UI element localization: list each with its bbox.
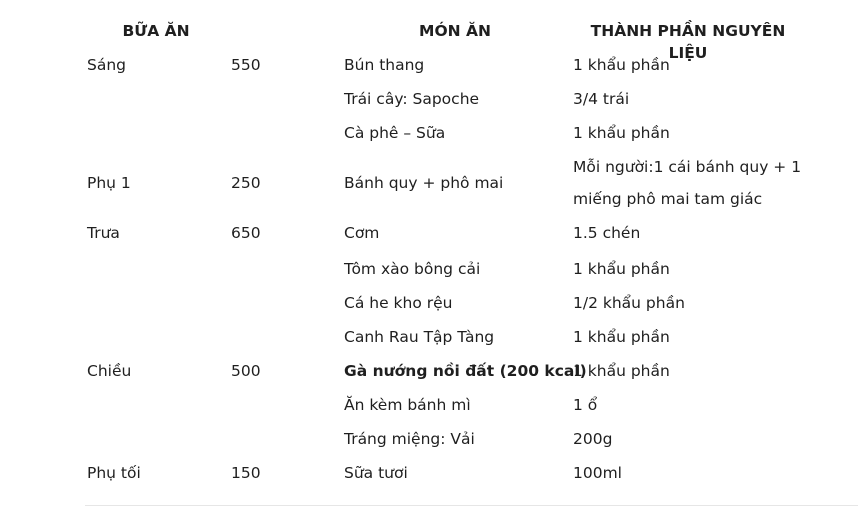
row-ingredients: Mỗi người:1 cái bánh quy + 1 miếng phô m…: [573, 158, 802, 208]
header-dish: MÓN ĂN: [419, 22, 491, 40]
row-dish: Bún thang: [344, 56, 425, 74]
row-dish: Tôm xào bông cải: [344, 260, 481, 278]
row-dish: Cá he kho rệu: [344, 294, 453, 312]
row-meal: Chiều: [87, 362, 132, 380]
row-ingredients: 1 khẩu phần: [573, 362, 670, 380]
row-meal: Phụ 1: [87, 174, 131, 192]
row-meal: Phụ tối: [87, 464, 141, 482]
meal-plan-table: BỮA ĂN MÓN ĂN THÀNH PHẦN NGUYÊN LIỆU Sán…: [0, 0, 858, 513]
row-meal: Sáng: [87, 56, 126, 74]
row-kcal: 650: [231, 224, 261, 242]
row-kcal: 250: [231, 174, 261, 192]
row-dish: Tráng miệng: Vải: [344, 430, 475, 448]
header-ingredients: THÀNH PHẦN NGUYÊN LIỆU: [590, 22, 786, 62]
row-dish: Trái cây: Sapoche: [344, 90, 480, 108]
row-dish: Cơm: [344, 224, 380, 242]
row-ingredients: 3/4 trái: [573, 90, 630, 108]
row-ingredients: 1 khẩu phần: [573, 260, 670, 278]
row-dish: Ăn kèm bánh mì: [344, 396, 471, 414]
row-kcal: 150: [231, 464, 261, 482]
header-meal: BỮA ĂN: [122, 22, 190, 40]
row-ingredients: 1/2 khẩu phần: [573, 294, 685, 312]
row-dish: Bánh quy + phô mai: [344, 174, 504, 192]
row-meal: Trưa: [87, 224, 120, 242]
row-dish: Cà phê – Sữa: [344, 124, 446, 142]
table-bottom-divider: [85, 505, 858, 506]
row-kcal: 500: [231, 362, 261, 380]
row-kcal: 550: [231, 56, 261, 74]
row-ingredients: 1.5 chén: [573, 224, 641, 242]
row-dish: Sữa tươi: [344, 464, 408, 482]
row-ingredients: 1 khẩu phần: [573, 56, 670, 74]
row-ingredients: 100ml: [573, 464, 622, 482]
row-dish: Canh Rau Tập Tàng: [344, 328, 495, 346]
row-ingredients: 1 khẩu phần: [573, 328, 670, 346]
row-ingredients: 200g: [573, 430, 613, 448]
row-dish-highlight: Gà nướng nồi đất (200 kcal): [344, 362, 587, 380]
row-ingredients: 1 khẩu phần: [573, 124, 670, 142]
row-ingredients: 1 ổ: [573, 396, 598, 414]
